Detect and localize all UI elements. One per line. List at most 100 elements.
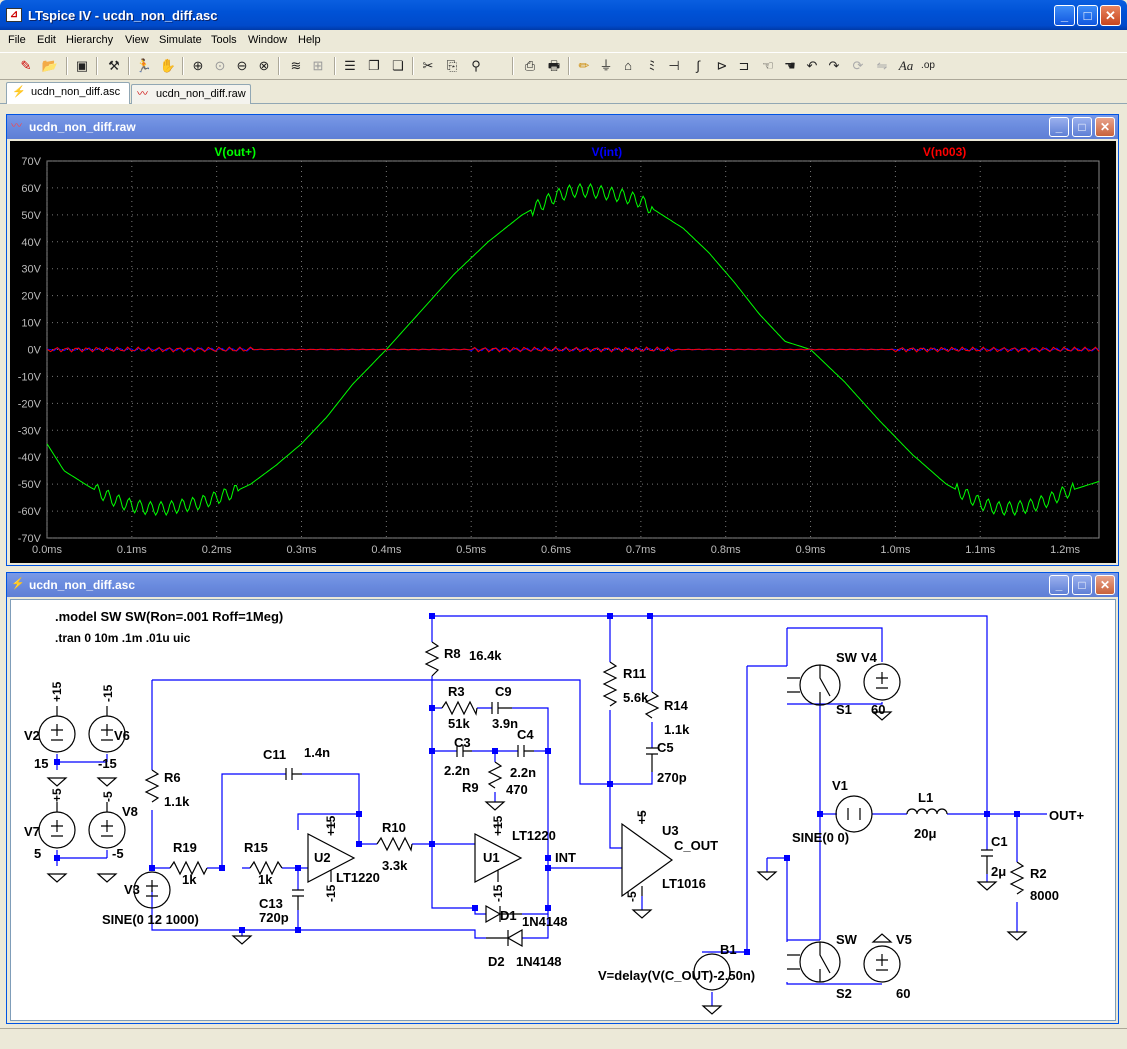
resistor-r9[interactable] — [487, 761, 503, 789]
schematic-window[interactable]: ⚡ ucdn_non_diff.asc _ □ ✕ .model SW SW(R… — [6, 572, 1119, 1024]
maximize-button[interactable]: □ — [1077, 5, 1098, 26]
schematic-drawing[interactable]: .model SW SW(Ron=.001 Roff=1Meg) .tran 0… — [11, 600, 1115, 1020]
wire[interactable] — [819, 704, 987, 815]
label-net-icon[interactable]: ⌂ — [618, 56, 638, 76]
title-bar[interactable]: ⊿ LTspice IV - ucdn_non_diff.asc _ □ ✕ — [0, 0, 1127, 30]
legend-v-out-[interactable]: V(out+) — [214, 145, 256, 159]
tab-schematic[interactable]: ⚡ ucdn_non_diff.asc — [6, 82, 130, 104]
menu-edit[interactable]: Edit — [37, 34, 56, 46]
open-folder-icon[interactable]: 📂 — [40, 56, 60, 76]
menu-tools[interactable]: Tools — [211, 34, 237, 46]
inductor-l1[interactable] — [906, 808, 948, 815]
legend-v-n003-[interactable]: V(n003) — [923, 145, 966, 159]
save-icon[interactable]: ▣ — [72, 56, 92, 76]
zoom-fit-icon[interactable]: ⊗ — [254, 56, 274, 76]
schematic-maximize-button[interactable]: □ — [1072, 575, 1092, 595]
menu-hierarchy[interactable]: Hierarchy — [66, 34, 113, 46]
wire[interactable] — [152, 679, 610, 785]
label-v6: V6 — [114, 728, 130, 743]
y-tick-label: -50V — [18, 479, 42, 491]
waveform-window[interactable]: 〰 ucdn_non_diff.raw _ □ ✕ 70V 60V 50V 40V 30… — [6, 114, 1119, 566]
undo-icon[interactable]: ↶ — [802, 56, 822, 76]
waveform-window-titlebar[interactable]: 〰 ucdn_non_diff.raw _ □ ✕ — [7, 115, 1118, 139]
waveform-chart[interactable]: 70V 60V 50V 40V 30V 20V 10V 0V -10V -20V -30V -40V -… — [10, 141, 1116, 563]
menu-window[interactable]: Window — [248, 34, 287, 46]
drag-hand-icon[interactable]: ☚ — [780, 56, 800, 76]
spice-directive-icon[interactable]: .op — [918, 56, 938, 76]
directive-tran[interactable]: .tran 0 10m .1m .01u uic — [55, 631, 191, 645]
wire[interactable] — [727, 665, 787, 953]
toolbar: ✎ 📂 ▣ ⚒ 🏃 ✋ ⊕ ⊙ ⊖ ⊗ ≋ ⊞ ☰ ❐ ❏ ✂ ⎘ ⚲ ⎙ 🖶 … — [0, 52, 1127, 80]
ground-icon[interactable]: ⏚ — [596, 56, 616, 76]
print-setup-icon[interactable]: ⎙ — [520, 56, 540, 76]
tile-horizontal-icon[interactable]: ☰ — [340, 56, 360, 76]
waveform-plot[interactable]: 70V 60V 50V 40V 30V 20V 10V 0V -10V -20V -30V -40V -… — [10, 141, 1116, 563]
directive-model[interactable]: .model SW SW(Ron=.001 Roff=1Meg) — [55, 609, 283, 624]
resistor-r8[interactable] — [424, 641, 440, 677]
cascade-icon[interactable]: ❐ — [364, 56, 384, 76]
print-icon[interactable]: 🖶 — [544, 56, 564, 76]
wire[interactable] — [56, 850, 108, 859]
value-r6: 1.1k — [164, 794, 190, 809]
minimize-button[interactable]: _ — [1054, 5, 1075, 26]
resistor-r2[interactable] — [1009, 861, 1025, 895]
tab-waveform[interactable]: 〰 ucdn_non_diff.raw — [131, 84, 251, 104]
grid-icon[interactable]: ⊞ — [308, 56, 328, 76]
x-tick-label: 0.4ms — [371, 544, 401, 556]
wire[interactable] — [609, 616, 622, 849]
ltspice-app-icon[interactable]: ⊿ — [6, 8, 22, 22]
diode-d2[interactable] — [486, 928, 523, 948]
inductor-icon[interactable]: ∫ — [688, 56, 708, 76]
redo-icon[interactable]: ↷ — [824, 56, 844, 76]
autorange-icon[interactable]: ≋ — [286, 56, 306, 76]
ground-icon — [46, 777, 118, 787]
zoom-out-icon[interactable]: ⊖ — [232, 56, 252, 76]
wire[interactable] — [786, 982, 882, 985]
resistor-r11[interactable] — [602, 661, 618, 707]
capacitor-c11[interactable] — [285, 768, 302, 780]
resistor-r10[interactable] — [376, 836, 413, 852]
capacitor-c9[interactable] — [491, 702, 512, 714]
close-button[interactable]: ✕ — [1100, 5, 1121, 26]
waveform-minimize-button[interactable]: _ — [1049, 117, 1069, 137]
resistor-r6[interactable] — [144, 769, 160, 803]
pan-icon[interactable]: ⊙ — [210, 56, 230, 76]
source-v1[interactable] — [835, 795, 873, 833]
halt-hand-icon[interactable]: ✋ — [158, 56, 178, 76]
component-icon[interactable]: ⊐ — [734, 56, 754, 76]
control-panel-hammer-icon[interactable]: ⚒ — [104, 56, 124, 76]
copy-icon[interactable]: ⎘ — [442, 56, 462, 76]
menu-file[interactable]: File — [8, 34, 26, 46]
capacitor-c4[interactable] — [517, 745, 534, 757]
cut-icon[interactable]: ✂ — [418, 56, 438, 76]
text-icon[interactable]: Aa — [896, 56, 916, 76]
run-icon[interactable]: 🏃 — [134, 56, 154, 76]
find-binoculars-icon[interactable]: ⚲ — [466, 56, 486, 76]
waveform-maximize-button[interactable]: □ — [1072, 117, 1092, 137]
schematic-canvas[interactable]: .model SW SW(Ron=.001 Roff=1Meg) .tran 0… — [10, 599, 1116, 1021]
waveform-close-button[interactable]: ✕ — [1095, 117, 1115, 137]
rotate-icon[interactable]: ⟳ — [848, 56, 868, 76]
draw-wire-icon[interactable]: ✏ — [574, 56, 594, 76]
mirror-icon[interactable]: ⇋ — [872, 56, 892, 76]
wire[interactable] — [221, 773, 360, 868]
schematic-close-button[interactable]: ✕ — [1095, 575, 1115, 595]
diode-icon[interactable]: ⊳ — [712, 56, 732, 76]
capacitor-c13[interactable] — [292, 889, 304, 910]
capacitor-icon[interactable]: ⊣ — [664, 56, 684, 76]
legend-v-int-[interactable]: V(int) — [591, 145, 622, 159]
menu-simulate[interactable]: Simulate — [159, 34, 202, 46]
wire[interactable] — [766, 857, 788, 942]
wire[interactable] — [787, 702, 883, 705]
resistor-icon[interactable]: ﾐ — [642, 56, 662, 76]
menu-help[interactable]: Help — [298, 34, 321, 46]
menu-view[interactable]: View — [125, 34, 149, 46]
move-hand-icon[interactable]: ☜ — [758, 56, 778, 76]
schematic-minimize-button[interactable]: _ — [1049, 575, 1069, 595]
new-schematic-icon[interactable]: ✎ — [16, 56, 36, 76]
close-window-icon[interactable]: ❏ — [388, 56, 408, 76]
schematic-window-titlebar[interactable]: ⚡ ucdn_non_diff.asc _ □ ✕ — [7, 573, 1118, 597]
resistor-r3[interactable] — [441, 700, 478, 716]
value-v6: -15 — [98, 756, 117, 771]
zoom-in-icon[interactable]: ⊕ — [188, 56, 208, 76]
